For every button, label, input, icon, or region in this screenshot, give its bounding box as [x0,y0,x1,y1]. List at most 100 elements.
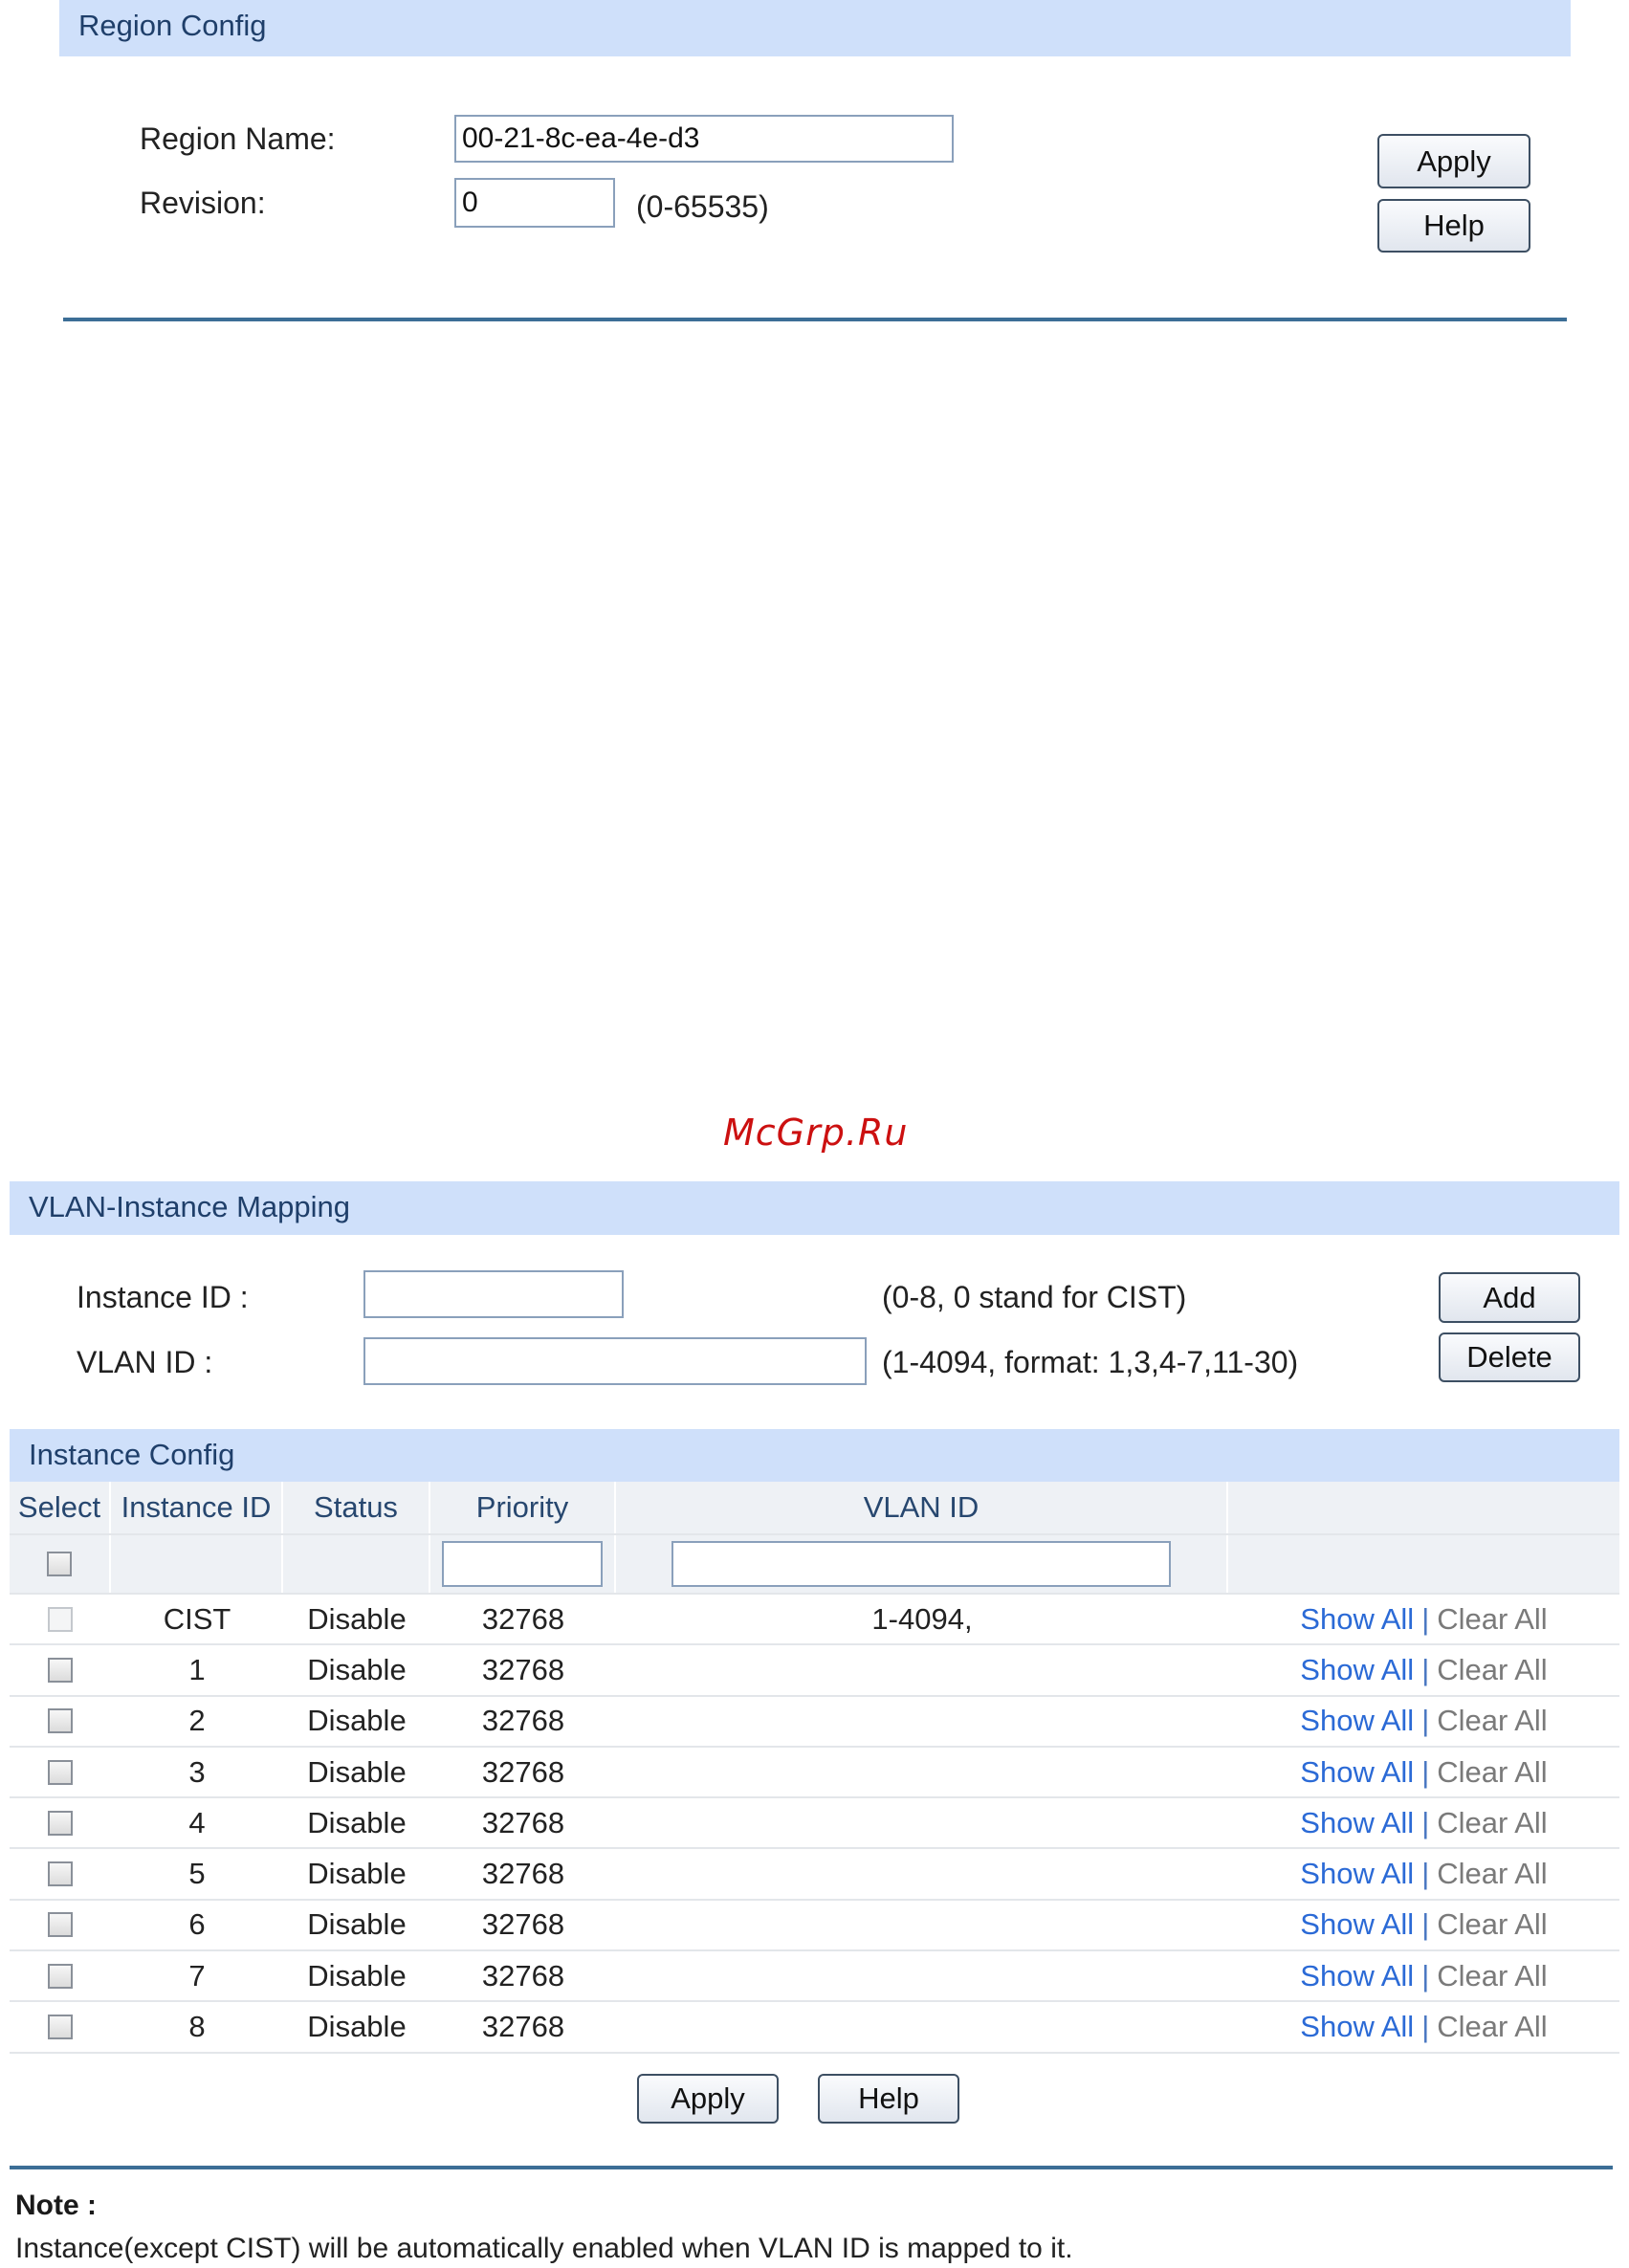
row-priority: 32768 [481,1805,565,1839]
revision-input[interactable] [454,178,615,228]
row-status: Disable [307,2010,407,2044]
col-priority-header: Priority [430,1482,616,1533]
row-select-checkbox[interactable] [48,1759,73,1785]
col-vlan-id-header: VLAN ID [616,1482,1228,1533]
vlan-id-hint: (1-4094, format: 1,3,4-7,11-30) [882,1345,1299,1379]
row-select-cell [10,1798,111,1847]
show-all-link[interactable]: Show All [1300,1653,1414,1687]
filter-actions-cell [1228,1535,1619,1593]
note-text: Instance(except CIST) will be automatica… [15,2233,1073,2264]
row-select-checkbox[interactable] [48,2015,73,2040]
row-actions: Show All | Clear All [1228,1697,1619,1746]
row-status: Disable [307,1652,407,1686]
instance-config-header: Instance Config [10,1429,1619,1482]
clear-all-link[interactable]: Clear All [1437,2010,1547,2044]
priority-filter-input[interactable] [442,1541,603,1587]
instance-id-hint: (0-8, 0 stand for CIST) [882,1280,1187,1314]
row-select-cell [10,1748,111,1796]
region-help-button[interactable]: Help [1377,199,1530,253]
clear-all-link[interactable]: Clear All [1437,1959,1547,1993]
revision-range-hint: (0-65535) [636,189,769,224]
row-vlan-id [616,1798,1228,1847]
col-actions-header [1228,1482,1619,1533]
region-divider [63,318,1567,321]
row-status: Disable [307,1704,407,1738]
instance-id-input[interactable] [363,1270,624,1318]
row-status: Disable [307,1857,407,1891]
select-all-checkbox[interactable] [47,1552,72,1576]
row-actions: Show All | Clear All [1228,1798,1619,1847]
row-priority: 32768 [481,1958,565,1993]
region-apply-button[interactable]: Apply [1377,134,1530,188]
show-all-link[interactable]: Show All [1300,2010,1414,2044]
row-vlan-id [616,1697,1228,1746]
row-vlan-id: 1-4094, [871,1601,973,1636]
clear-all-link[interactable]: Clear All [1437,1806,1547,1840]
row-actions: Show All | Clear All [1228,1748,1619,1796]
row-vlan-id [616,2002,1228,2051]
row-actions: Show All | Clear All [1228,1850,1619,1899]
row-select-cell [10,1951,111,2000]
row-select-checkbox[interactable] [48,1708,73,1734]
row-select-checkbox[interactable] [48,1963,73,1989]
row-select-checkbox[interactable] [48,1810,73,1836]
show-all-link[interactable]: Show All [1300,1806,1414,1840]
instance-help-button[interactable]: Help [818,2074,959,2124]
filter-vlan-cell [616,1535,1228,1593]
note-title: Note : [15,2190,97,2221]
row-select-cell [10,1850,111,1899]
row-select-cell [10,1901,111,1949]
row-select-cell [10,2002,111,2051]
row-select-checkbox[interactable] [48,1861,73,1887]
clear-all-link[interactable]: Clear All [1437,1857,1547,1891]
vlan-filter-input[interactable] [671,1541,1171,1587]
show-all-link[interactable]: Show All [1300,1857,1414,1891]
show-all-link[interactable]: Show All [1300,1959,1414,1993]
clear-all-link[interactable]: Clear All [1437,1602,1547,1637]
clear-all-link[interactable]: Clear All [1437,1907,1547,1942]
row-priority: 32768 [481,1652,565,1686]
instance-apply-button[interactable]: Apply [637,2074,779,2124]
row-actions: Show All | Clear All [1228,1595,1619,1643]
row-status: Disable [307,1958,407,1993]
delete-mapping-button[interactable]: Delete [1439,1332,1580,1382]
table-row: 3 Disable 32768 Show All | Clear All [10,1748,1619,1799]
table-row: 8 Disable 32768 Show All | Clear All [10,2002,1619,2054]
region-name-input[interactable] [454,115,954,163]
table-row: 2 Disable 32768 Show All | Clear All [10,1697,1619,1748]
row-select-checkbox[interactable] [48,1657,73,1683]
row-actions: Show All | Clear All [1228,1645,1619,1694]
clear-all-link[interactable]: Clear All [1437,1704,1547,1738]
watermark-text: McGrp.Ru [723,1112,909,1154]
row-actions: Show All | Clear All [1228,1951,1619,2000]
region-name-label: Region Name: [140,121,336,156]
filter-priority-cell [430,1535,616,1593]
table-row: CIST Disable 32768 1-4094, Show All | Clear Al… [10,1595,1619,1646]
row-instance-id: CIST [163,1601,231,1636]
clear-all-link[interactable]: Clear All [1437,1653,1547,1687]
col-select-header: Select [10,1482,111,1533]
row-priority: 32768 [481,1754,565,1789]
row-vlan-id [616,1748,1228,1796]
row-actions: Show All | Clear All [1228,1901,1619,1949]
row-actions: Show All | Clear All [1228,2002,1619,2051]
filter-select-cell [10,1535,111,1593]
table-row: 7 Disable 32768 Show All | Clear All [10,1951,1619,2003]
col-instance-id-header: Instance ID [111,1482,283,1533]
row-priority: 32768 [481,1601,565,1636]
show-all-link[interactable]: Show All [1300,1602,1414,1637]
show-all-link[interactable]: Show All [1300,1755,1414,1790]
note-divider [10,2166,1613,2169]
instance-config-title: Instance Config [29,1438,235,1471]
row-instance-id: 3 [188,1754,206,1789]
filter-instance-cell [111,1535,283,1593]
clear-all-link[interactable]: Clear All [1437,1755,1547,1790]
add-mapping-button[interactable]: Add [1439,1272,1580,1323]
vlan-id-input[interactable] [363,1337,867,1385]
show-all-link[interactable]: Show All [1300,1907,1414,1942]
show-all-link[interactable]: Show All [1300,1704,1414,1738]
link-separator: | [1421,1652,1430,1686]
row-select-checkbox[interactable] [48,1912,73,1938]
region-config-title: Region Config [78,9,267,42]
vlan-id-label: VLAN ID : [77,1345,213,1379]
